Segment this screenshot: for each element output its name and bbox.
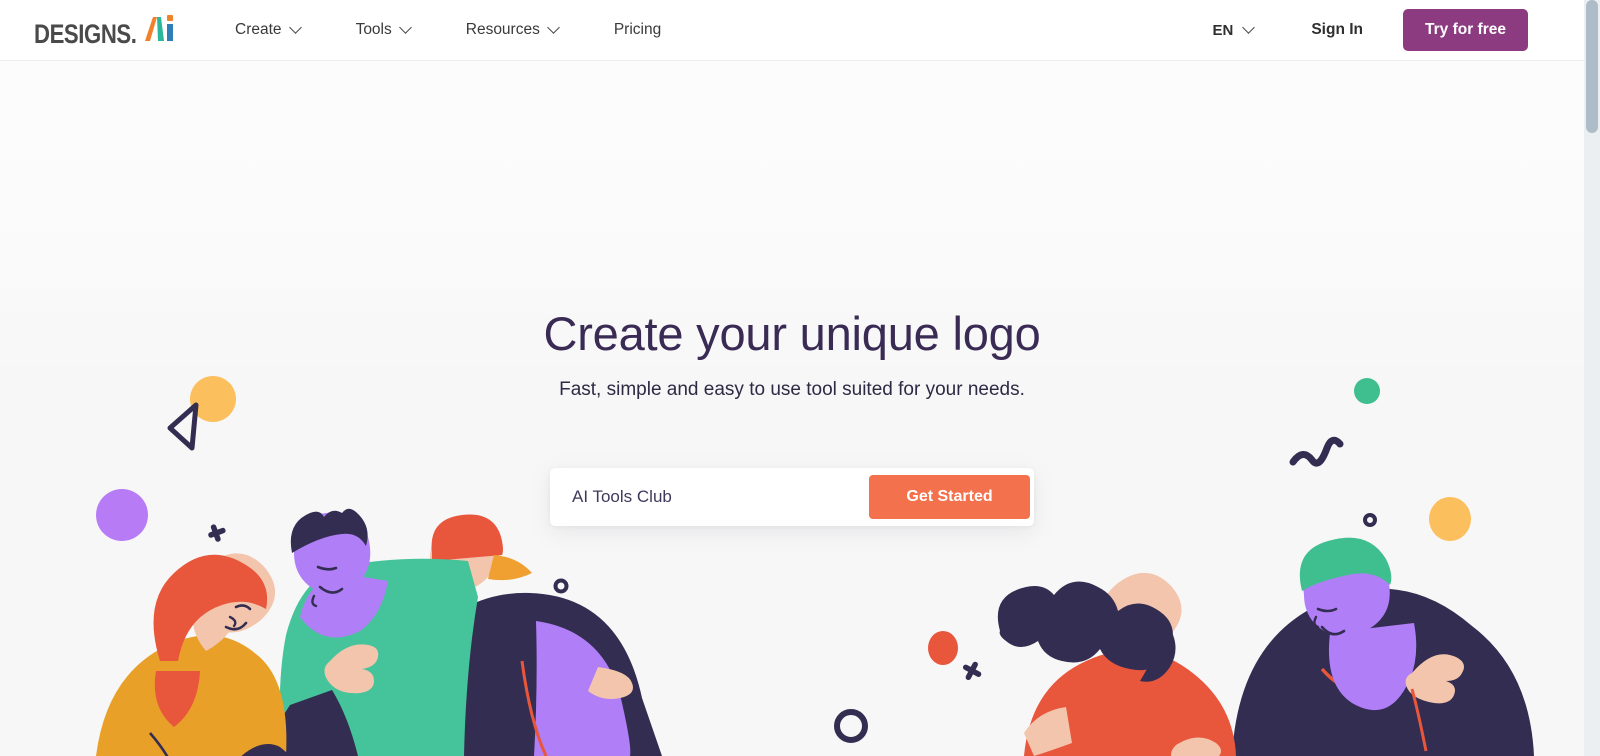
brand-name-input[interactable] bbox=[550, 468, 869, 526]
shape-ring-small-right bbox=[1363, 513, 1377, 527]
ai-logo-mark-icon bbox=[141, 13, 177, 48]
get-started-button[interactable]: Get Started bbox=[869, 475, 1030, 519]
hero-section: Create your unique logo Fast, simple and… bbox=[0, 61, 1584, 756]
scrollbar-thumb[interactable] bbox=[1586, 0, 1598, 133]
try-for-free-button[interactable]: Try for free bbox=[1403, 9, 1528, 51]
chevron-down-icon bbox=[398, 20, 412, 34]
figure-green-shirt-man bbox=[266, 508, 478, 756]
brand-name-search-box: Get Started bbox=[550, 468, 1034, 526]
page-scrollbar[interactable] bbox=[1584, 0, 1600, 756]
main-navigation: Create Tools Resources Pricing bbox=[207, 0, 689, 60]
sign-in-link[interactable]: Sign In bbox=[1271, 21, 1403, 39]
chevron-down-icon bbox=[546, 20, 560, 34]
hero-title: Create your unique logo bbox=[543, 307, 1041, 360]
shape-plus-dark bbox=[208, 524, 226, 542]
logo-wordmark: DESIGNS. bbox=[34, 18, 137, 49]
nav-item-pricing[interactable]: Pricing bbox=[586, 0, 689, 60]
site-header: DESIGNS. Create Tools Resources Pricing … bbox=[0, 0, 1584, 61]
nav-item-label: Resources bbox=[465, 21, 540, 38]
nav-item-resources[interactable]: Resources bbox=[438, 0, 586, 60]
language-label: EN bbox=[1212, 21, 1234, 39]
figure-cap-man bbox=[340, 514, 662, 756]
site-logo[interactable]: DESIGNS. bbox=[34, 13, 177, 48]
shape-squiggle bbox=[1289, 436, 1344, 467]
shape-triangle-outline bbox=[167, 402, 199, 451]
nav-item-label: Pricing bbox=[613, 21, 662, 38]
language-selector[interactable]: EN bbox=[1195, 20, 1272, 39]
header-actions: EN Sign In Try for free bbox=[1195, 9, 1585, 51]
nav-item-tools[interactable]: Tools bbox=[328, 0, 438, 60]
shape-ring-large bbox=[834, 709, 868, 743]
shape-ring-small-left bbox=[553, 578, 569, 594]
shape-x-dark bbox=[962, 661, 982, 681]
shape-circle-purple bbox=[96, 489, 148, 541]
nav-item-label: Tools bbox=[355, 21, 392, 38]
nav-item-create[interactable]: Create bbox=[207, 0, 328, 60]
figure-dark-hair-woman bbox=[997, 572, 1236, 756]
hero-subtitle: Fast, simple and easy to use tool suited… bbox=[559, 379, 1025, 400]
illustration-right-group bbox=[997, 537, 1534, 756]
shape-ellipse-yellow bbox=[1429, 497, 1471, 541]
figure-red-hair-woman bbox=[96, 553, 291, 756]
illustration-left-group bbox=[96, 508, 662, 756]
page-root: DESIGNS. Create Tools Resources Pricing … bbox=[0, 0, 1584, 756]
shape-circle-orange bbox=[928, 631, 958, 665]
nav-item-label: Create bbox=[235, 21, 282, 38]
chevron-down-icon bbox=[1242, 20, 1256, 34]
figure-green-hair-person bbox=[1232, 537, 1534, 756]
chevron-down-icon bbox=[288, 20, 302, 34]
hero-illustration bbox=[0, 61, 1584, 756]
